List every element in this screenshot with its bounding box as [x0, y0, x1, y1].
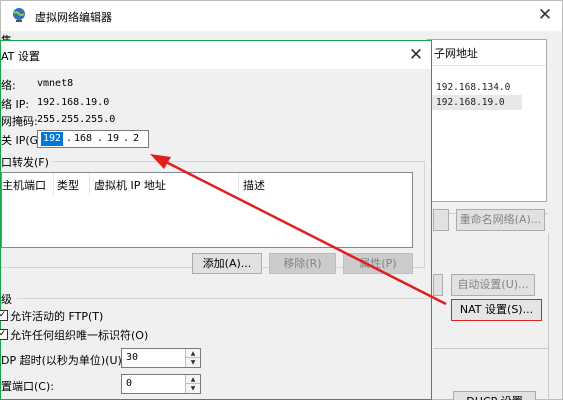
- gateway-octet-1[interactable]: 192: [41, 132, 64, 146]
- port-forwarding-label: 口转发(F): [1, 156, 49, 169]
- octet-dot: .: [97, 133, 104, 144]
- allow-oui-label[interactable]: 允许任何组织唯一标识符(O): [10, 327, 148, 343]
- config-port-label: 置端口(C):: [1, 380, 54, 393]
- dhcp-settings-button[interactable]: DHCP 设置(P)...: [453, 391, 536, 400]
- nat-dialog-title: AT 设置: [1, 50, 40, 63]
- group-border: [17, 298, 431, 299]
- network-row-selected[interactable]: 192.168.19.0: [428, 95, 522, 110]
- octet-dot: .: [123, 133, 130, 144]
- allow-ftp-checkbox[interactable]: ✓: [0, 310, 8, 321]
- subnet-ip-value: 192.168.19.0: [37, 97, 110, 108]
- column-header-type[interactable]: 类型: [57, 177, 79, 193]
- allow-oui-checkbox[interactable]: ✓: [0, 329, 8, 340]
- column-divider: [53, 173, 54, 195]
- partial-button[interactable]: [433, 274, 443, 296]
- gateway-octet-4[interactable]: 2: [133, 132, 139, 146]
- column-header-vm-ip[interactable]: 虚拟机 IP 地址: [94, 177, 166, 193]
- network-value: vmnet8: [37, 78, 74, 89]
- spin-up-icon[interactable]: ▲: [186, 349, 200, 358]
- group-border: [548, 233, 549, 400]
- column-header-description[interactable]: 描述: [243, 177, 265, 193]
- group-border: [424, 161, 425, 267]
- column-divider: [89, 173, 90, 195]
- gateway-octet-2[interactable]: 168: [74, 132, 92, 146]
- allow-ftp-label[interactable]: 允许活动的 FTP(T): [10, 308, 103, 324]
- network-list[interactable]: 子网地址 192.168.134.0 192.168.19.0: [427, 39, 547, 202]
- spin-buttons: ▲ ▼: [185, 349, 200, 367]
- gateway-octet-3[interactable]: 19: [107, 132, 119, 146]
- nat-settings-button[interactable]: NAT 设置(S)...: [451, 299, 542, 321]
- udp-timeout-stepper[interactable]: 30 ▲ ▼: [121, 348, 201, 368]
- udp-timeout-value[interactable]: 30: [126, 352, 138, 363]
- group-border: [53, 161, 425, 162]
- network-row[interactable]: 192.168.134.0: [428, 80, 522, 95]
- network-globe-icon: [11, 7, 27, 23]
- column-divider: [238, 173, 239, 195]
- subnet-ip-label: 络 IP:: [1, 98, 30, 111]
- group-border: [433, 348, 548, 349]
- editor-close-icon[interactable]: ✕: [534, 4, 556, 26]
- add-network-button[interactable]: [433, 209, 449, 231]
- nat-title-bar: AT 设置 ✕: [1, 41, 431, 69]
- port-forwarding-table[interactable]: 主机端口 类型 虚拟机 IP 地址 描述: [1, 172, 413, 248]
- advanced-label: 级: [1, 293, 12, 306]
- spin-up-icon[interactable]: ▲: [186, 375, 200, 384]
- properties-button[interactable]: 属性(P): [343, 253, 413, 274]
- network-label: 络:: [1, 79, 16, 92]
- add-port-forward-button[interactable]: 添加(A)...: [192, 253, 262, 274]
- rename-network-button[interactable]: 重命名网络(A)...: [456, 209, 545, 231]
- subnet-mask-value: 255.255.255.0: [37, 114, 116, 125]
- editor-title-bar: 虚拟网络编辑器 ✕: [1, 1, 562, 31]
- nat-settings-dialog: AT 设置 ✕ 络: vmnet8 络 IP: 192.168.19.0 网掩码…: [0, 40, 432, 400]
- config-port-stepper[interactable]: 0 ▲ ▼: [121, 374, 201, 394]
- nat-close-icon[interactable]: ✕: [405, 44, 427, 66]
- spin-down-icon[interactable]: ▼: [186, 384, 200, 393]
- remove-port-forward-button[interactable]: 移除(R): [269, 253, 336, 274]
- spin-down-icon[interactable]: ▼: [186, 358, 200, 367]
- auto-settings-button[interactable]: 自动设置(U)...: [451, 274, 535, 296]
- subnet-column-header[interactable]: 子网地址: [428, 40, 546, 66]
- subnet-mask-label: 网掩码:: [1, 115, 38, 128]
- udp-timeout-label: DP 超时(以秒为单位)(U):: [1, 354, 126, 367]
- octet-dot: .: [66, 133, 73, 144]
- spin-buttons: ▲ ▼: [185, 375, 200, 393]
- column-header-host-port[interactable]: 主机端口: [2, 177, 46, 193]
- editor-title: 虚拟网络编辑器: [35, 11, 112, 24]
- config-port-value[interactable]: 0: [126, 378, 132, 389]
- gateway-ip-input[interactable]: 192 . 168 . 19 . 2: [37, 130, 149, 148]
